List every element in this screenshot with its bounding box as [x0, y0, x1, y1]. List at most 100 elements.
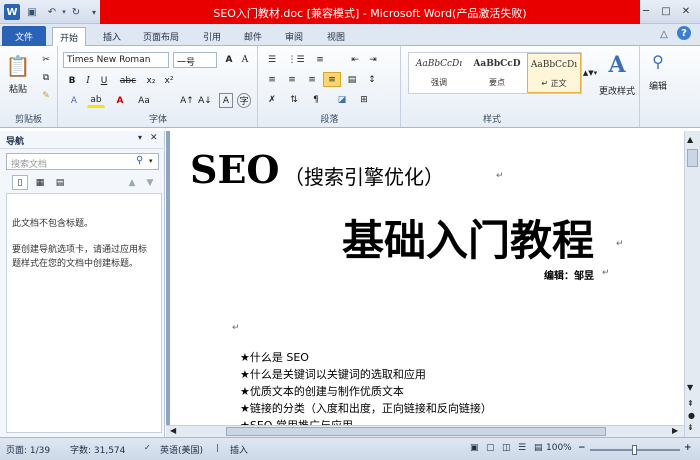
tab-mailings[interactable]: 邮件	[237, 27, 269, 46]
close-button[interactable]: ✕	[676, 3, 696, 19]
multilevel-list-icon[interactable]: ≡	[311, 52, 329, 67]
nav-next-icon[interactable]: ▼	[144, 175, 156, 190]
scroll-right-icon[interactable]: ▶	[672, 426, 678, 435]
increase-font-icon[interactable]: A↑	[179, 93, 195, 108]
tab-file[interactable]: 文件	[2, 26, 46, 46]
subscript-icon[interactable]: x₂	[143, 73, 159, 88]
minimize-ribbon-icon[interactable]: △	[656, 26, 672, 42]
search-icon[interactable]: ⚲	[136, 155, 143, 166]
shading-icon[interactable]: ◪	[333, 92, 351, 107]
align-left-icon[interactable]: ≡	[263, 72, 281, 87]
nav-results-tab-icon[interactable]: ▤	[52, 175, 68, 190]
font-color-icon[interactable]: A	[111, 93, 129, 108]
align-center-icon[interactable]: ≡	[283, 72, 301, 87]
help-icon[interactable]: ?	[677, 26, 691, 40]
borders-icon[interactable]: ⊞	[355, 92, 373, 107]
char-shading-icon[interactable]: A	[219, 93, 233, 108]
superscript-icon[interactable]: x²	[161, 73, 177, 88]
tab-view[interactable]: 视图	[320, 27, 352, 46]
scroll-left-icon[interactable]: ◀	[170, 426, 176, 435]
change-styles-button[interactable]: A 更改样式	[598, 52, 636, 97]
view-fullscreen-icon[interactable]: ▢	[486, 443, 495, 453]
scroll-up-icon[interactable]: ▲	[687, 135, 693, 144]
numbering-icon[interactable]: ⋮☰	[287, 52, 305, 67]
chinese-layout-icon[interactable]: ✗	[263, 92, 281, 107]
nav-prev-icon[interactable]: ▲	[126, 175, 138, 190]
word-app-icon[interactable]: W	[4, 4, 20, 20]
status-mode[interactable]: 插入	[230, 443, 248, 456]
paste-icon[interactable]: 📋	[6, 52, 31, 80]
tab-home[interactable]: 开始	[52, 27, 87, 47]
cut-icon[interactable]: ✂	[38, 52, 54, 67]
nav-no-headings-text: 此文档不包含标题。	[12, 219, 94, 229]
paste-label[interactable]: 粘贴	[4, 82, 32, 95]
vertical-scrollbar[interactable]: ▲ ▼ ⇞ ● ⇟	[684, 131, 700, 437]
style-normal[interactable]: AaBbCcDı ↵ 正文	[527, 53, 581, 93]
minimize-button[interactable]: ─	[636, 3, 656, 19]
nav-options-icon[interactable]: ▾	[138, 133, 142, 142]
search-dropdown-icon[interactable]: ▾	[149, 157, 153, 165]
zoom-level[interactable]: 100%	[546, 443, 572, 453]
clipboard-group-label: 剪贴板	[14, 115, 42, 125]
tab-review[interactable]: 审阅	[278, 27, 310, 46]
increase-indent-icon[interactable]: ⇥	[365, 52, 381, 67]
view-print-layout-icon[interactable]: ▣	[470, 443, 479, 453]
font-size-dropdown[interactable]: 一号	[173, 52, 217, 68]
status-language[interactable]: 英语(美国)	[160, 443, 203, 456]
justify-icon[interactable]: ≡	[323, 72, 341, 87]
styles-scroll-icon[interactable]: ▲▼▾	[583, 52, 597, 94]
tab-insert[interactable]: 插入	[96, 27, 128, 46]
change-case-icon[interactable]: Aa	[133, 93, 155, 108]
font-name-dropdown[interactable]: Times New Roman	[63, 52, 169, 68]
scroll-down-icon[interactable]: ▼	[687, 383, 693, 392]
next-page-icon[interactable]: ⇟	[687, 423, 694, 432]
bold-icon[interactable]: B	[65, 73, 79, 88]
scroll-thumb[interactable]	[687, 149, 698, 167]
style-strong[interactable]: AaBbCcD 要点	[469, 53, 525, 93]
zoom-out-icon[interactable]: −	[578, 443, 586, 453]
document-page[interactable]: SEO （搜索引擎优化） ↵ 基础入门教程 ↵ 编辑：邹昱 ↵ ↵ ★什么是 S…	[170, 131, 684, 425]
view-outline-icon[interactable]: ☰	[518, 443, 526, 453]
underline-icon[interactable]: U	[97, 73, 111, 88]
tab-references[interactable]: 引用	[196, 27, 228, 46]
copy-icon[interactable]: ⧉	[38, 70, 54, 85]
view-draft-icon[interactable]: ▤	[534, 443, 543, 453]
align-right-icon[interactable]: ≡	[303, 72, 321, 87]
zoom-in-icon[interactable]: +	[684, 443, 692, 453]
view-web-icon[interactable]: ◫	[502, 443, 511, 453]
list-item: ★SEO 常用推广与应用	[240, 417, 492, 425]
clear-format-icon[interactable]: A	[237, 52, 253, 67]
tab-page-layout[interactable]: 页面布局	[136, 27, 186, 46]
prev-page-icon[interactable]: ⇞	[687, 399, 694, 408]
status-page[interactable]: 页面: 1/39	[6, 443, 50, 456]
distributed-icon[interactable]: ▤	[343, 72, 361, 87]
nav-close-icon[interactable]: ✕	[150, 133, 158, 143]
proofing-icon[interactable]: ✓	[144, 443, 151, 452]
format-painter-icon[interactable]: ✎	[38, 88, 54, 103]
horizontal-scrollbar[interactable]: ◀ ▶	[166, 425, 684, 437]
zoom-slider-thumb[interactable]	[632, 445, 637, 455]
italic-icon[interactable]: I	[81, 73, 95, 88]
nav-headings-tab-icon[interactable]: ▯	[12, 175, 28, 190]
text-effects-icon[interactable]: A	[65, 93, 83, 108]
style-emphasis[interactable]: AaBbCcDı 强调	[411, 53, 467, 93]
edit-button[interactable]: ⚲ 编辑	[643, 52, 673, 92]
line-spacing-icon[interactable]: ↕	[363, 72, 381, 87]
highlight-icon[interactable]: ab	[87, 93, 105, 108]
sort-icon[interactable]: ⇅	[285, 92, 303, 107]
save-icon[interactable]: ▣	[24, 4, 40, 20]
strikethrough-icon[interactable]: abc	[115, 73, 141, 88]
nav-pages-tab-icon[interactable]: ▦	[32, 175, 48, 190]
redo-icon[interactable]: ↻	[68, 4, 84, 20]
grow-font-icon[interactable]: A	[221, 52, 237, 67]
status-words[interactable]: 字数: 31,574	[70, 443, 125, 456]
bullets-icon[interactable]: ☰	[263, 52, 281, 67]
decrease-font-icon[interactable]: A↓	[197, 93, 213, 108]
customize-qat-icon[interactable]: ▾	[86, 4, 102, 20]
browse-object-icon[interactable]: ●	[688, 411, 695, 420]
maximize-button[interactable]: □	[656, 3, 676, 19]
decrease-indent-icon[interactable]: ⇤	[347, 52, 363, 67]
show-marks-icon[interactable]: ¶	[307, 92, 325, 107]
hscroll-thumb[interactable]	[226, 427, 606, 436]
enclose-char-icon[interactable]: 字	[237, 93, 251, 108]
